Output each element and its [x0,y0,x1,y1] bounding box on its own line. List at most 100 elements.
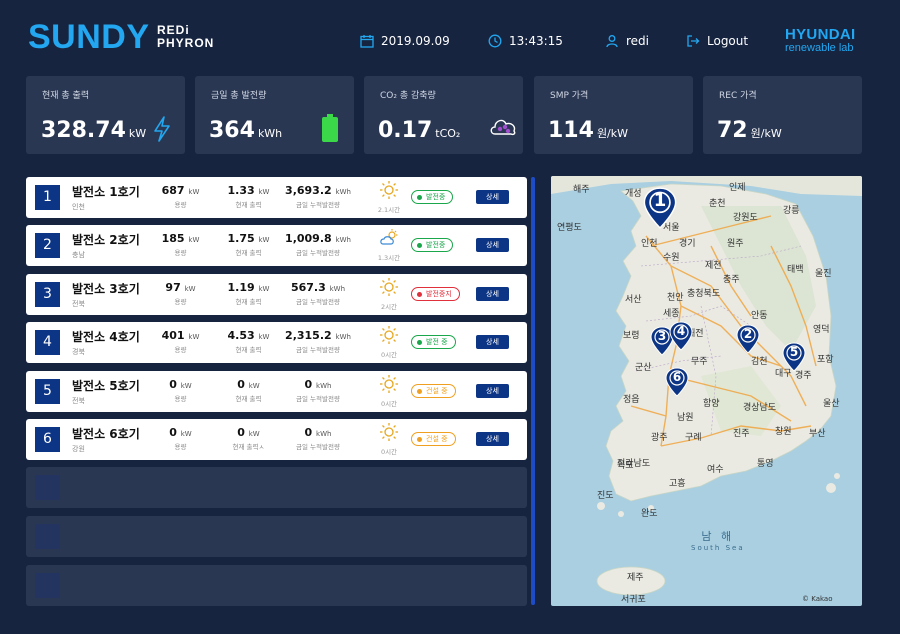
calendar-icon [360,35,374,48]
app-logo[interactable]: SUNDY [28,18,150,57]
map-city-label: 제주 [627,573,644,583]
capacity-label: 용량 [174,395,187,403]
empty-slot [26,516,527,557]
user-display[interactable]: redi [605,34,649,48]
plant-row[interactable]: 1 발전소 1호기 인천 687 kW 용량 1.33 kW 현재 출력 3,6… [26,177,527,218]
weather-indicator: 2.1시간 [374,180,404,214]
kpi-label: SMP 가격 [550,91,589,101]
map-city-label: 경상남도 [743,403,777,413]
map-marker-number: 1 [653,190,667,211]
sea-label-en: South Sea [691,544,745,552]
map-city-label: 인천 [641,239,658,249]
map-city-label: 안동 [751,311,768,321]
sea-label: 남 해 South Sea [691,528,745,552]
status-badge: 건설 중 [411,384,456,398]
map-city-label: 수원 [663,253,680,263]
output-label: 현재 출력 [235,395,262,403]
time-display: 13:43:15 [488,34,563,48]
status-dot [417,291,422,297]
plant-capacity: 401 kW 용량 [158,329,203,354]
sun-icon [379,278,399,301]
plant-row[interactable]: 4 발전소 4호기 경북 401 kW 용량 4.53 kW 현재 출력 2,3… [26,322,527,363]
map-marker-plant-6[interactable]: 6 [665,367,689,397]
map-city-label: 서산 [625,295,642,305]
plant-name: 발전소 5호기 [72,379,140,393]
map-city-label: 울진 [815,269,832,279]
map-city-label: 진도 [597,491,614,501]
lightning-icon [154,116,170,142]
brand-line1: HYUNDAI [785,26,856,43]
detail-button[interactable]: 상세 [476,432,509,446]
cumulative-label: 금일 누적발전량 [296,298,340,306]
cumulative-label: 금일 누적발전량 [296,346,340,354]
kpi-label: CO₂ 총 감축량 [380,91,436,101]
plant-capacity: 97 kW 용량 [158,281,203,306]
status-text: 발전중 [426,193,446,201]
output-label: 현재 출력 [235,201,262,209]
weather-indicator: 0시간 [374,325,404,359]
map-marker-plant-1[interactable]: 1 [643,186,677,230]
map-city-label: 전라남도 [617,459,651,469]
map-city-label: 무주 [691,357,708,367]
plant-row[interactable]: 3 발전소 3호기 전북 97 kW 용량 1.19 kW 현재 출력 567.… [26,274,527,315]
detail-button[interactable]: 상세 [476,190,509,204]
weather-indicator: 0시간 [374,422,404,456]
plant-map[interactable]: 해주 개성 인제 강릉 춘천 연평도 강원도 서울 인천 원주 경기 수원 제천 태백 충주 울진 서산 천안 충청… [551,176,862,606]
plant-number-badge: 2 [35,233,60,258]
plant-current-output: 4.53 kW 현재 출력 [221,329,276,354]
map-marker-plant-2[interactable]: 2 [736,324,760,354]
map-city-label: 포항 [817,355,834,365]
detail-button[interactable]: 상세 [476,287,509,301]
status-dot [417,242,422,248]
cumulative-label: 금일 누적발전량 [296,443,340,451]
output-label: 현재 출력ㅅ [232,443,265,451]
cumulative-label: 금일 누적발전량 [296,249,340,257]
map-marker-number: 4 [676,324,686,338]
map-marker-number: 5 [789,345,799,359]
plant-capacity: 687 kW 용량 [158,184,203,209]
map-marker-plant-5[interactable]: 5 [782,342,806,372]
plant-current-output: 0 kW 현재 출력ㅅ [221,426,276,451]
map-city-label: 인제 [729,183,746,193]
plant-region: 경북 [72,348,85,356]
plant-current-output: 0 kW 현재 출력 [221,378,276,403]
plant-list-scrollbar[interactable] [531,177,535,605]
plant-number-badge: 6 [35,427,60,452]
logout-button[interactable]: Logout [686,34,748,48]
sunshine-hours: 0시간 [380,400,398,408]
logout-icon [687,35,700,47]
detail-button[interactable]: 상세 [476,335,509,349]
user-icon [606,35,618,48]
capacity-label: 용량 [174,346,187,354]
sun-icon [379,181,399,204]
plant-row[interactable]: 6 발전소 6호기 강원 0 kW 용량 0 kW 현재 출력ㅅ 0 kWh 금… [26,419,527,460]
time-text: 13:43:15 [509,34,563,48]
plant-cumulative: 0 kWh 금일 누적발전량 [284,426,352,451]
sea-label-ko: 남 해 [701,530,735,543]
map-city-label: 강릉 [783,206,800,216]
plant-row[interactable]: 5 발전소 5호기 전북 0 kW 용량 0 kW 현재 출력 0 kWh 금일… [26,371,527,412]
status-badge: 발전 중 [411,335,456,349]
sub-logo: REDi PHYRON [157,24,214,50]
brand-line2: renewable lab [785,42,854,54]
map-city-label: 부산 [809,429,826,439]
output-label: 현재 출력 [235,298,262,306]
plant-name: 발전소 1호기 [72,185,140,199]
plant-cumulative: 567.3 kWh 금일 누적발전량 [284,281,352,306]
plant-cumulative: 1,009.8 kWh 금일 누적발전량 [285,232,351,257]
map-marker-plant-4[interactable]: 4 [669,321,693,351]
capacity-label: 용량 [174,249,187,257]
status-dot [417,194,422,200]
header: SUNDY REDi PHYRON 2019.09.09 13:43:15 re… [0,0,900,76]
detail-button[interactable]: 상세 [476,238,509,252]
map-city-label: 제천 [705,261,722,271]
sunshine-hours: 2시간 [380,303,398,311]
plant-row[interactable]: 2 발전소 2호기 충남 185 kW 용량 1.75 kW 현재 출력 1,0… [26,225,527,266]
map-city-label: 영덕 [813,325,830,335]
user-name: redi [626,34,650,48]
sunshine-hours: 2.1시간 [377,206,401,214]
map-city-label: 광주 [651,433,668,443]
map-marker-number: 6 [672,370,682,384]
detail-button[interactable]: 상세 [476,384,509,398]
map-city-label: 통영 [757,459,774,469]
